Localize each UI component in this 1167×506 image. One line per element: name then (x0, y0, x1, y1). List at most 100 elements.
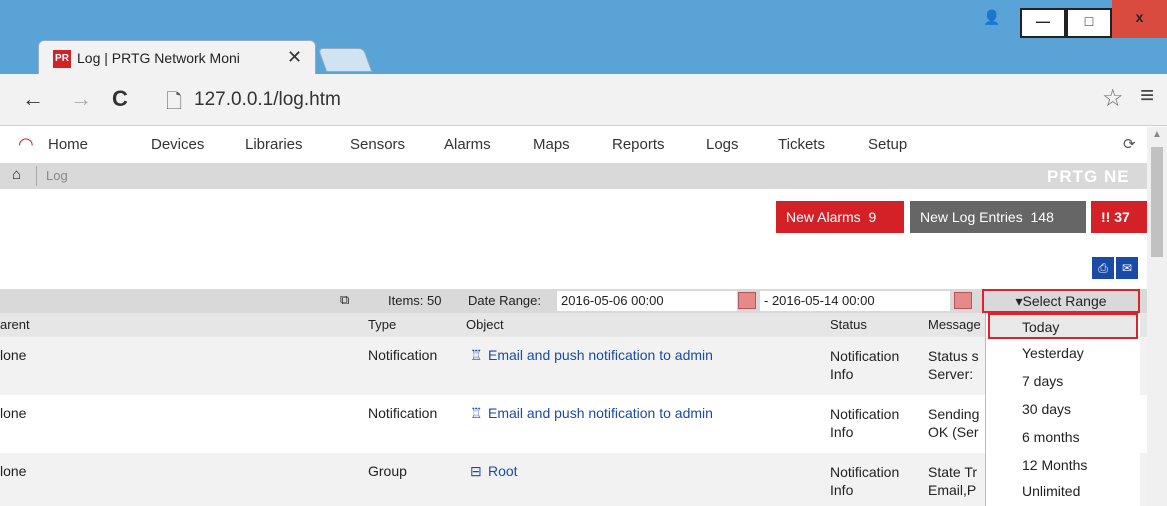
cell-message: Sending OK (Ser (928, 405, 984, 441)
message-line-1: State Tr (928, 464, 978, 480)
prtg-logo-icon[interactable]: ◠ (18, 134, 34, 155)
bookmark-star-icon[interactable]: ☆ (1102, 84, 1124, 113)
cell-object-link[interactable]: Email and push notification to admin (488, 347, 713, 363)
url-text: 127.0.0.1/log.htm (194, 89, 341, 110)
prtg-page: ◠ Home Devices Libraries Sensors Alarms … (0, 127, 1147, 506)
nav-alarms[interactable]: Alarms (444, 136, 491, 153)
nav-tickets[interactable]: Tickets (778, 136, 825, 153)
status-line-2: Info (830, 366, 854, 382)
table-row[interactable]: lone Notification ♖ Email and push notif… (0, 337, 1147, 395)
col-object[interactable]: Object (466, 317, 504, 332)
nav-logs[interactable]: Logs (706, 136, 739, 153)
range-option-7-days[interactable]: 7 days (986, 369, 1141, 395)
back-arrow-icon[interactable]: ← (22, 86, 44, 112)
status-line-1: Notification (830, 464, 900, 480)
date-range-label: Date Range: (468, 293, 541, 308)
minimize-button[interactable]: — (1020, 8, 1066, 38)
nav-devices[interactable]: Devices (151, 136, 204, 153)
export-icon[interactable]: ⎙ (1092, 257, 1114, 279)
scrollbar-thumb[interactable] (1151, 147, 1163, 257)
message-line-2: OK (Ser (928, 424, 979, 440)
status-line-2: Info (830, 424, 854, 440)
brand-text: PRTG NE (1047, 167, 1130, 186)
calendar-icon[interactable] (738, 292, 756, 309)
cell-parent: lone (0, 463, 27, 479)
cell-type: Notification (368, 405, 438, 421)
new-log-entries-badge[interactable]: New Log Entries 148 (910, 201, 1086, 233)
date-from-input[interactable]: 2016-05-06 00:00 (557, 291, 737, 311)
cell-parent: lone (0, 347, 27, 363)
cell-type: Notification (368, 347, 438, 363)
table-row[interactable]: lone Group ⊟ Root Notification Info Stat… (0, 453, 1147, 506)
message-line-1: Sending (928, 406, 980, 422)
browser-menu-icon[interactable]: ≡ (1140, 82, 1154, 110)
log-toolbar: ⧉ Items: 50 Date Range: 2016-05-06 00:00… (0, 289, 1147, 313)
page-scrollbar[interactable]: ▲ (1147, 127, 1167, 506)
col-status[interactable]: Status (830, 317, 867, 332)
range-option-unlimited[interactable]: Unlimited (986, 479, 1141, 505)
alert-count-badge[interactable]: !! 37 (1091, 201, 1147, 233)
status-line-1: Notification (830, 348, 900, 364)
calendar-icon[interactable] (954, 292, 972, 309)
prtg-favicon-icon: PR (53, 50, 71, 68)
reload-icon[interactable]: C (112, 86, 128, 112)
range-option-today[interactable]: Today (988, 313, 1138, 339)
message-line-1: Status s (928, 348, 979, 364)
scroll-up-arrow-icon[interactable]: ▲ (1152, 129, 1162, 140)
select-range-dropdown: Today Yesterday 7 days 30 days 6 months … (985, 313, 1140, 506)
nav-sensors[interactable]: Sensors (350, 136, 405, 153)
range-option-6-months[interactable]: 6 months (986, 425, 1141, 451)
nav-home[interactable]: Home (48, 136, 88, 153)
browser-tab[interactable]: PR Log | PRTG Network Moni ✕ (38, 40, 316, 74)
cell-status: Notification Info (830, 463, 899, 499)
maximize-button[interactable]: □ (1066, 8, 1112, 38)
date-to-input[interactable]: - 2016-05-14 00:00 (760, 291, 950, 311)
cell-parent: lone (0, 405, 27, 421)
range-option-yesterday[interactable]: Yesterday (986, 341, 1141, 367)
nav-reports[interactable]: Reports (612, 136, 665, 153)
message-line-2: Email,P (928, 482, 977, 498)
new-alarms-label: New Alarms (786, 209, 861, 225)
items-count: Items: 50 (388, 293, 442, 308)
user-icon[interactable]: 👤 (972, 0, 1012, 38)
table-row[interactable]: lone Notification ♖ Email and push notif… (0, 395, 1147, 453)
nav-maps[interactable]: Maps (533, 136, 570, 153)
main-nav: ◠ Home Devices Libraries Sensors Alarms … (0, 127, 1147, 163)
notification-icon: ♖ (470, 347, 483, 363)
col-type[interactable]: Type (368, 317, 396, 332)
new-alarms-count: 9 (868, 209, 877, 225)
cell-message: State Tr Email,P (928, 463, 984, 499)
forward-arrow-icon[interactable]: → (70, 86, 92, 112)
breadcrumb-log: Log (46, 168, 68, 183)
tab-title: Log | PRTG Network Moni (77, 50, 240, 66)
cell-object-link[interactable]: Email and push notification to admin (488, 405, 713, 421)
new-tab-button[interactable] (317, 48, 373, 72)
mail-icon[interactable]: ✉ (1116, 257, 1138, 279)
message-line-2: Server: (928, 366, 974, 382)
popout-icon[interactable]: ⧉ (340, 292, 349, 308)
nav-libraries[interactable]: Libraries (245, 136, 303, 153)
refresh-icon[interactable]: ⟳ (1123, 135, 1136, 153)
cell-status: Notification Info (830, 347, 899, 383)
breadcrumb: ⌂ Log PRTG NE (0, 163, 1147, 189)
col-message[interactable]: Message (928, 317, 981, 332)
col-parent[interactable]: arent (0, 317, 30, 332)
group-icon: ⊟ (470, 463, 482, 479)
range-option-30-days[interactable]: 30 days (986, 397, 1141, 423)
new-alarms-badge[interactable]: New Alarms 9 (776, 201, 904, 233)
breadcrumb-divider (36, 166, 37, 186)
select-range-button[interactable]: ▾Select Range (982, 289, 1140, 313)
tab-close-icon[interactable]: ✕ (287, 47, 302, 68)
status-line-1: Notification (830, 406, 900, 422)
range-option-12-months[interactable]: 12 Months (986, 453, 1141, 479)
page-icon: 🗋 (166, 91, 183, 113)
new-log-entries-count: 148 (1030, 209, 1054, 225)
table-header: arent Type Object Status Message (0, 313, 1147, 337)
url-input[interactable]: 🗋 127.0.0.1/log.htm (160, 84, 1060, 116)
close-window-button[interactable]: x (1112, 0, 1167, 38)
cell-object-link[interactable]: Root (488, 463, 518, 479)
home-icon[interactable]: ⌂ (12, 166, 21, 183)
browser-titlebar: PR Log | PRTG Network Moni ✕ 👤 — □ x (0, 0, 1167, 74)
nav-setup[interactable]: Setup (868, 136, 907, 153)
status-line-2: Info (830, 482, 854, 498)
